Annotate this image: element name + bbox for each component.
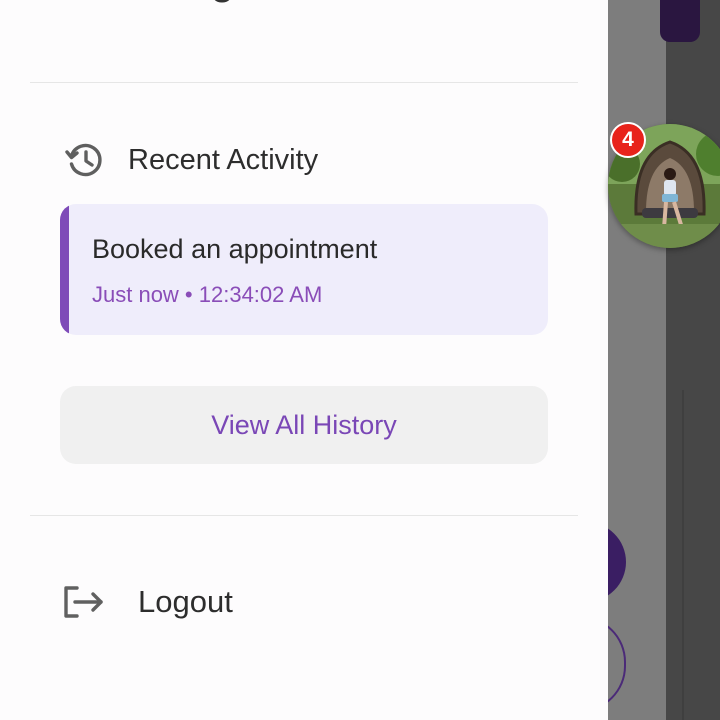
notification-count-badge: 4 [610,122,646,158]
activity-accent-bar [60,204,69,335]
activity-timestamp: Just now • 12:34:02 AM [92,282,323,307]
logout-label: Logout [138,584,233,619]
logout-icon [64,586,103,618]
background-divider [682,390,684,720]
background-panel [666,0,720,720]
settings-gear-icon[interactable] [62,0,102,8]
recent-activity-header: Recent Activity [62,138,318,182]
drawer-divider [30,82,578,83]
drawer-divider [30,515,578,516]
settings-label-partial [212,0,232,12]
background-topbar [660,0,700,42]
activity-title: Booked an appointment [92,234,378,264]
activity-item-card[interactable]: Booked an appointment Just now • 12:34:0… [60,204,548,335]
view-all-history-button[interactable]: View All History [60,386,548,464]
history-icon [65,143,102,177]
logout-button[interactable]: Logout [60,574,460,630]
navigation-drawer: Recent Activity Booked an appointment Ju… [0,0,608,720]
recent-activity-title: Recent Activity [128,143,319,176]
